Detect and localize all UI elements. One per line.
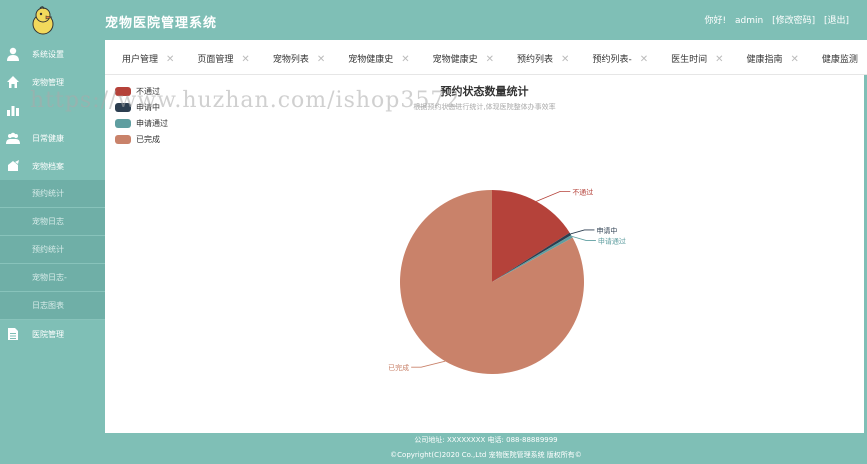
watermark-text: https://www.huzhan.com/ishop3572 [30,88,461,113]
tab-label: 医生时间 [671,55,708,65]
sidebar-subitem-appointment-stats[interactable]: 预约统计 [0,180,105,208]
legend-item-approved[interactable]: 申请通过 [115,115,168,131]
tab-health-monitoring[interactable]: 健康监测 [805,40,864,74]
username: admin [734,16,764,26]
group-icon [6,132,20,144]
tab-label: 宠物健康史 [348,55,394,65]
greeting: 你好! [704,16,727,26]
sidebar-subitem-pet-log[interactable]: 宠物日志 [0,208,105,236]
sidebar-item-label: 宠物管理 [32,77,64,87]
close-icon[interactable]: ✕ [317,54,325,65]
close-icon[interactable]: ✕ [640,54,648,65]
bar-chart-icon [7,106,19,116]
tab-pet-list[interactable]: 宠物列表 ✕ [256,40,331,74]
tab-label: 预约列表 [517,55,554,65]
slice-label-pending: 申请中 [596,226,617,235]
logout-link[interactable]: [退出] [824,16,849,26]
app-title: 宠物医院管理系统 [105,16,218,31]
label-leader-line [411,360,446,368]
legend-swatch [115,134,131,144]
tab-pet-health-history[interactable]: 宠物健康史 ✕ [331,40,415,74]
legend-label: 已完成 [136,134,160,144]
user-area: 你好! admin [修改密码] [退出] [699,13,850,26]
close-icon[interactable]: ✕ [715,54,723,65]
tab-user-management[interactable]: 用户管理 ✕ [105,40,180,74]
sidebar-subitem-appointment-stats-2[interactable]: 预约统计 [0,236,105,264]
label-leader-line [536,190,571,202]
tab-page-management[interactable]: 页面管理 ✕ [180,40,255,74]
footer-copyright: ©Copyright(C)2020 Co.,Ltd 宠物医院管理系统 版权所有© [390,451,582,459]
tab-doctor-time[interactable]: 医生时间 ✕ [654,40,729,74]
tab-label: 健康监测 [821,55,858,65]
tab-label: 宠物列表 [272,55,309,65]
tab-label: 页面管理 [197,55,234,65]
sidebar-item-pet-archive[interactable]: 宠物档案 [0,152,105,180]
document-icon [8,328,18,340]
footer-address: 公司地址: XXXXXXXX 电话: 088-88889999 [414,436,558,444]
pet-icon [8,160,19,171]
close-icon[interactable]: ✕ [486,54,494,65]
label-leader-line [570,229,595,235]
tab-health-guide[interactable]: 健康指南 ✕ [729,40,804,74]
slice-label-completed: 已完成 [388,363,409,372]
sidebar-item-hospital-management[interactable]: 医院管理 [0,320,105,348]
tab-appointment-list-2[interactable]: 预约列表- ✕ [575,40,654,74]
tab-label: 预约列表- [592,55,632,65]
label-leader-line [571,236,596,241]
home-icon [7,76,19,88]
tab-bar: 用户管理 ✕ 页面管理 ✕ 宠物列表 ✕ 宠物健康史 ✕ 宠物健康史 ✕ 预约列表 ✕ 预约列表- ✕ 医生… [105,40,867,75]
sidebar-item-label: 宠物档案 [32,161,64,171]
slice-label-approved: 申请通过 [598,236,626,245]
pie-chart: 不通过申请中申请通过已完成 [388,187,626,374]
legend-swatch [115,118,131,128]
slice-label-rejected: 不通过 [572,187,593,196]
sidebar-item-system-settings[interactable]: 系统设置 [0,40,105,68]
close-icon[interactable]: ✕ [791,54,799,65]
user-icon [7,47,19,61]
sidebar-subitem-pet-log-2[interactable]: 宠物日志- [0,264,105,292]
sidebar-item-daily-health[interactable]: 日常健康 [0,124,105,152]
tab-label: 宠物健康史 [432,55,478,65]
close-icon[interactable]: ✕ [166,54,174,65]
legend-item-completed[interactable]: 已完成 [115,131,168,147]
chart-panel: 不通过 申请中 申请通过 已完成 不通过 申请中 申请通过 已完成 预约状态数量统计 … [105,75,864,433]
footer: 公司地址: XXXXXXXX 电话: 088-88889999 ©Copyrig… [105,433,867,464]
sidebar-item-label: 系统设置 [32,49,64,59]
change-password-link[interactable]: [修改密码] [772,16,815,26]
close-icon[interactable]: ✕ [241,54,249,65]
tab-label: 健康指南 [746,55,783,65]
duck-logo-icon [32,6,54,35]
tab-pet-health-history-2[interactable]: 宠物健康史 ✕ [416,40,500,74]
sidebar-item-label: 日常健康 [32,133,64,143]
legend-label: 申请通过 [136,118,168,128]
top-bar: 宠物医院管理系统 你好! admin [修改密码] [退出] [0,0,867,40]
sidebar-subitem-log-chart[interactable]: 日志图表 [0,292,105,320]
tab-label: 用户管理 [122,55,159,65]
sidebar-item-label: 医院管理 [32,329,64,339]
tab-appointment-list[interactable]: 预约列表 ✕ [500,40,575,74]
close-icon[interactable]: ✕ [561,54,569,65]
close-icon[interactable]: ✕ [401,54,409,65]
